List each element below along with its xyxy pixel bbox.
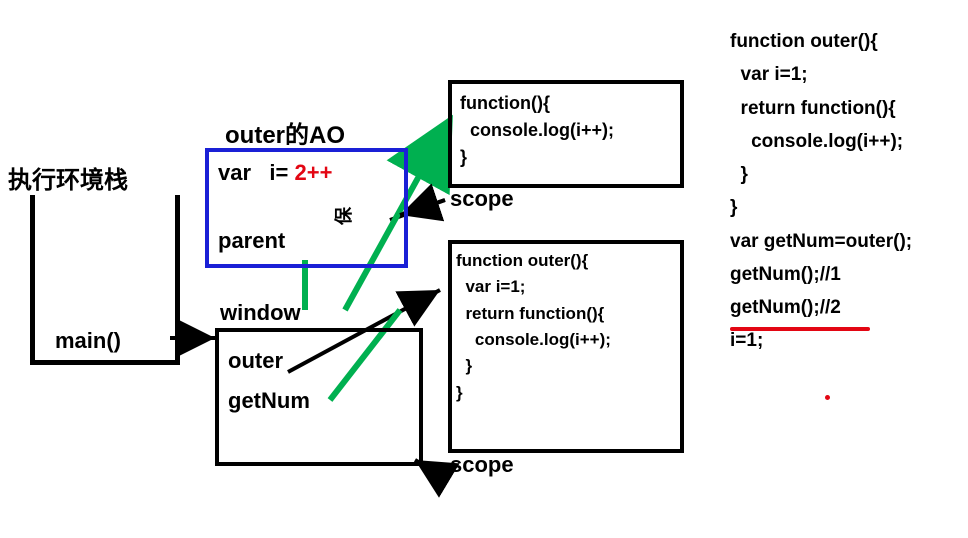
source-code: function outer(){ var i=1; return functi… — [730, 25, 912, 358]
red-underline — [730, 327, 870, 331]
inner-fn-code: function(){ console.log(i++); } — [460, 90, 614, 171]
ao-var-row: var i= 2++ — [218, 160, 332, 186]
diagram-stage: 执行环境栈 main() outer的AO var i= 2++ 保 paren… — [0, 0, 968, 538]
stack-title: 执行环境栈 — [8, 160, 128, 195]
ao-var-value: 2++ — [294, 160, 332, 185]
ao-parent: parent — [218, 228, 285, 254]
ao-var-label: var — [218, 160, 251, 185]
red-dot — [825, 395, 830, 400]
outer-fn-code: function outer(){ var i=1; return functi… — [456, 248, 611, 406]
ao-hold-note: 保 — [330, 207, 356, 225]
outer-fn-scope: scope — [450, 452, 514, 478]
ao-var-name: i= — [269, 160, 288, 185]
stack-frame-main: main() — [55, 328, 121, 354]
ao-title: outer的AO — [225, 115, 345, 150]
inner-fn-scope: scope — [450, 186, 514, 212]
window-outer: outer — [228, 348, 283, 374]
window-getnum: getNum — [228, 388, 310, 414]
window-label: window — [220, 300, 301, 326]
